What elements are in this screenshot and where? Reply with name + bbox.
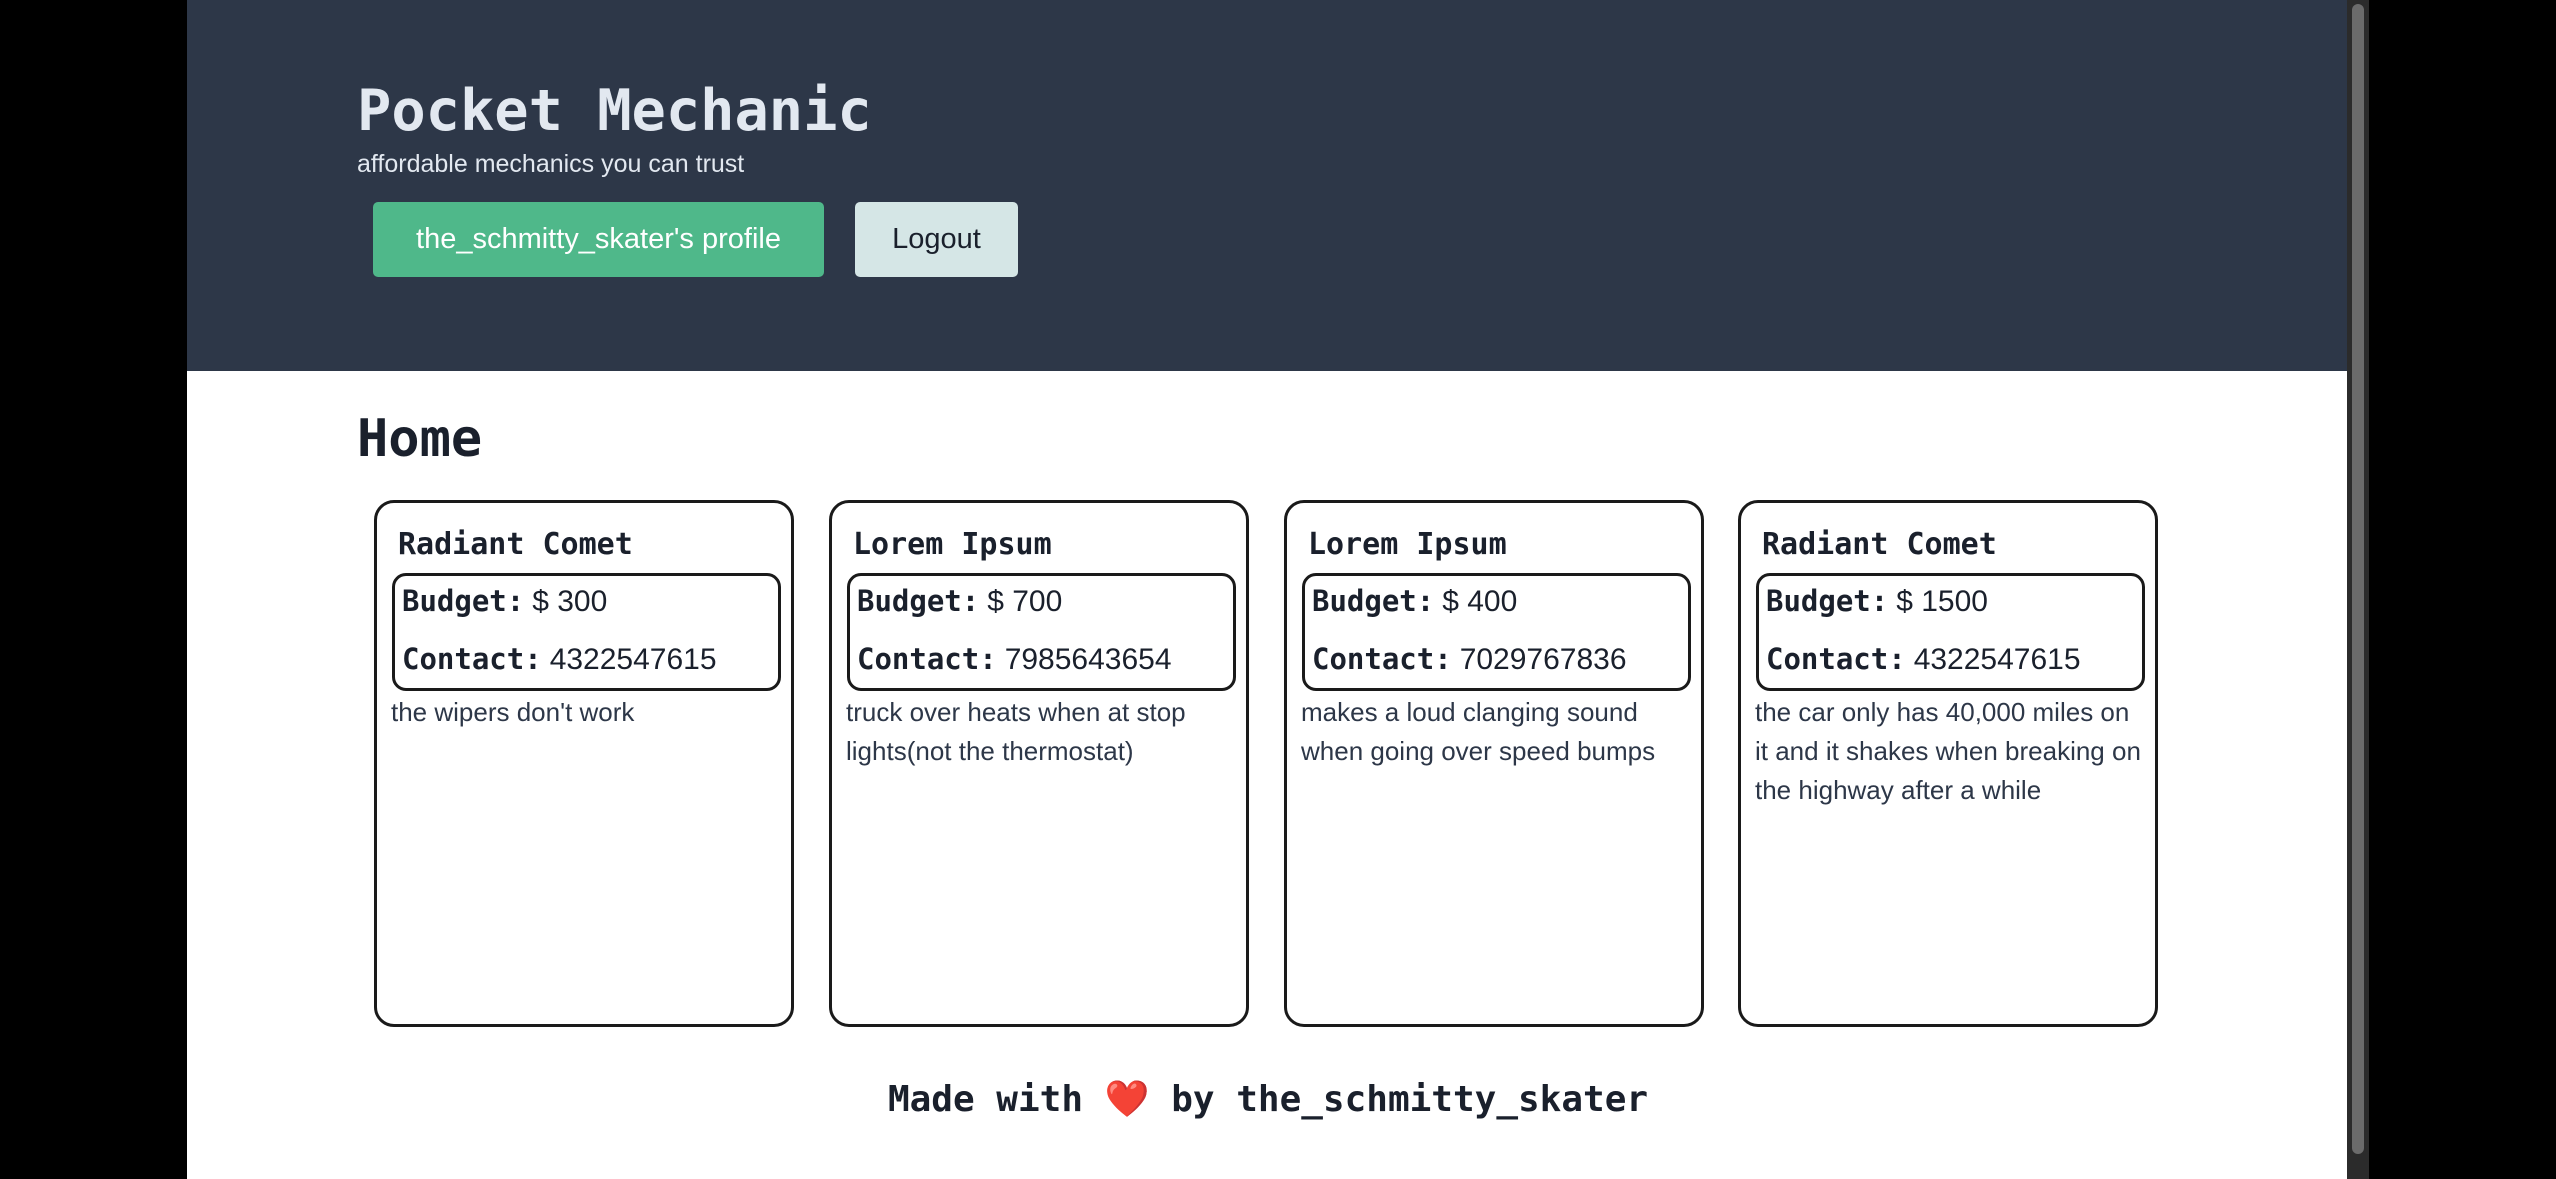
scrollbar-thumb[interactable] <box>2352 4 2364 1154</box>
budget-row: Budget: $ 1500 <box>1766 584 1988 619</box>
card-info-box: Budget: $ 700 Contact: 7985643654 <box>847 573 1236 691</box>
budget-row: Budget: $ 300 <box>402 584 607 619</box>
profile-button[interactable]: the_schmitty_skater's profile <box>373 202 824 277</box>
card-description: truck over heats when at stop lights(not… <box>846 697 1186 766</box>
card-description: the wipers don't work <box>391 697 635 727</box>
contact-label: Contact: <box>1312 642 1452 676</box>
card-title: Radiant Comet <box>398 527 633 562</box>
contact-row: Contact: 4322547615 <box>1766 642 2081 677</box>
contact-label: Contact: <box>857 642 997 676</box>
request-card[interactable]: Lorem Ipsum Budget: $ 400 Contact: 7029767… <box>1284 500 1704 1027</box>
site-footer: Made with ❤️ by the_schmitty_skater <box>187 1072 2349 1128</box>
budget-value: $ 700 <box>987 585 1063 618</box>
contact-value: 7985643654 <box>1004 643 1172 676</box>
card-description: makes a loud clanging sound when going o… <box>1301 697 1656 766</box>
heart-icon: ❤️ <box>1104 1079 1150 1120</box>
site-title[interactable]: Pocket Mechanic <box>357 76 872 146</box>
site-header: Pocket Mechanic affordable mechanics you… <box>187 0 2349 371</box>
budget-label: Budget: <box>1766 584 1889 618</box>
budget-label: Budget: <box>857 584 980 618</box>
contact-label: Contact: <box>1766 642 1906 676</box>
site-tagline: affordable mechanics you can trust <box>357 150 745 178</box>
card-title: Radiant Comet <box>1762 527 1997 562</box>
contact-value: 4322547615 <box>1913 643 2081 676</box>
footer-prefix: Made with <box>887 1079 1084 1120</box>
budget-value: $ 400 <box>1442 585 1518 618</box>
card-info-box: Budget: $ 1500 Contact: 4322547615 <box>1756 573 2145 691</box>
card-description: the car only has 40,000 miles on it and … <box>1755 697 2141 805</box>
card-title: Lorem Ipsum <box>1308 527 1507 562</box>
budget-value: $ 1500 <box>1896 585 1988 618</box>
request-card[interactable]: Radiant Comet Budget: $ 1500 Contact: 4322… <box>1738 500 2158 1027</box>
card-info-box: Budget: $ 400 Contact: 7029767836 <box>1302 573 1691 691</box>
request-card[interactable]: Radiant Comet Budget: $ 300 Contact: 43225… <box>374 500 794 1027</box>
budget-label: Budget: <box>402 584 525 618</box>
contact-value: 7029767836 <box>1459 643 1627 676</box>
app-window: Pocket Mechanic affordable mechanics you… <box>187 0 2349 1179</box>
page-heading: Home <box>357 409 483 469</box>
card-title: Lorem Ipsum <box>853 527 1052 562</box>
card-info-box: Budget: $ 300 Contact: 4322547615 <box>392 573 781 691</box>
logout-button[interactable]: Logout <box>855 202 1018 277</box>
contact-row: Contact: 7029767836 <box>1312 642 1627 677</box>
contact-label: Contact: <box>402 642 542 676</box>
contact-row: Contact: 4322547615 <box>402 642 717 677</box>
budget-value: $ 300 <box>532 585 608 618</box>
request-card[interactable]: Lorem Ipsum Budget: $ 700 Contact: 7985643… <box>829 500 1249 1027</box>
contact-value: 4322547615 <box>549 643 717 676</box>
budget-row: Budget: $ 400 <box>1312 584 1517 619</box>
footer-suffix: by the_schmitty_skater <box>1171 1079 1649 1120</box>
budget-label: Budget: <box>1312 584 1435 618</box>
budget-row: Budget: $ 700 <box>857 584 1062 619</box>
contact-row: Contact: 7985643654 <box>857 642 1172 677</box>
